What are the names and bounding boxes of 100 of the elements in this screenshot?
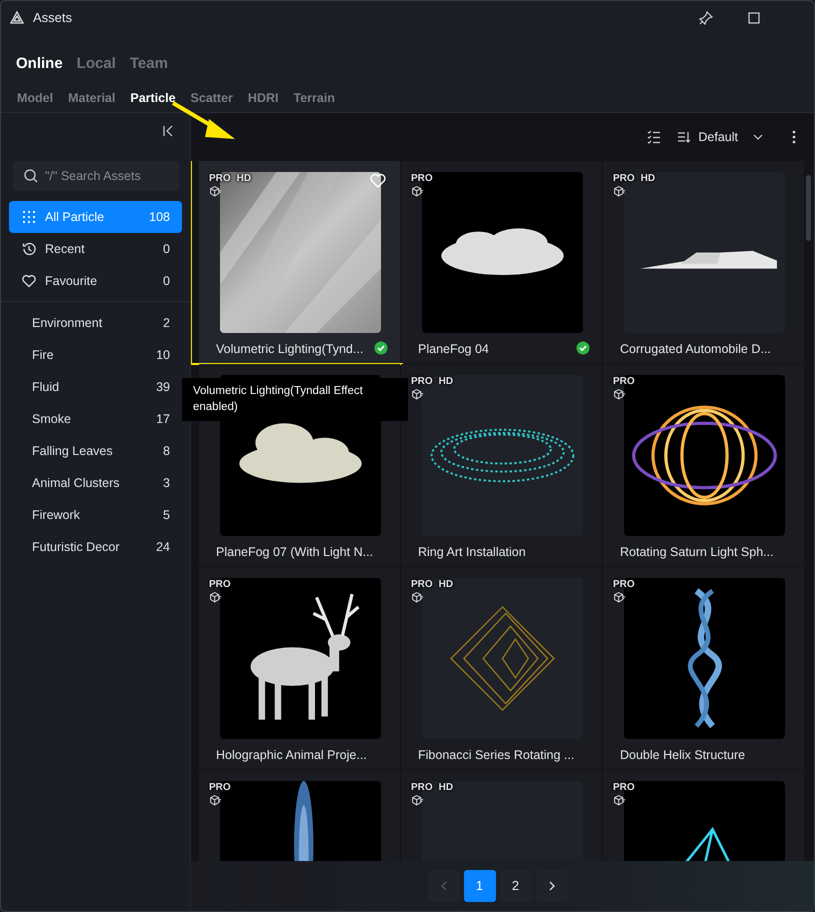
item-count: 24 (156, 538, 170, 556)
cube-icon (411, 591, 424, 604)
tier-label: PRO (411, 781, 433, 795)
item-label: Fire (32, 346, 54, 364)
item-label: All Particle (45, 208, 104, 226)
asset-name: Rotating Saturn Light Sph... (620, 544, 774, 561)
tier-label: HD (438, 578, 454, 592)
category-tab[interactable]: Model (17, 89, 54, 108)
item-count: 2 (163, 314, 170, 332)
search-field[interactable]: "/" Search Assets (13, 161, 179, 191)
category-tab[interactable]: Particle (130, 89, 176, 108)
tier-label: HD (438, 375, 454, 389)
page-button[interactable]: 2 (500, 870, 532, 902)
asset-card[interactable]: PRO HD (401, 770, 602, 861)
tier-label: PRO (613, 578, 635, 592)
cube-icon (411, 794, 424, 807)
heart-icon (21, 273, 37, 289)
logo-icon (9, 10, 25, 26)
grid-dots-icon (21, 209, 37, 225)
category-item[interactable]: Animal Clusters 3 (1, 467, 190, 499)
category-item[interactable]: Futuristic Decor 24 (1, 531, 190, 563)
sort-icon (676, 129, 692, 145)
tier-label: PRO (209, 578, 231, 592)
cube-icon (613, 794, 626, 807)
item-count: 108 (149, 208, 170, 226)
tier-label: PRO (613, 781, 635, 795)
cube-icon (209, 794, 222, 807)
item-label: Futuristic Decor (32, 538, 120, 556)
heart-icon[interactable] (370, 173, 386, 188)
maximize-icon[interactable] (746, 10, 762, 26)
asset-card[interactable]: PRO Rotating Saturn Light Sph... (603, 364, 804, 566)
item-count: 17 (156, 410, 170, 428)
category-tab[interactable]: Terrain (293, 89, 335, 108)
category-tab[interactable]: HDRI (248, 89, 278, 108)
category-item[interactable]: Environment 2 (1, 307, 190, 339)
category-tab[interactable]: Material (68, 89, 116, 108)
tier-label: PRO (209, 172, 231, 186)
sort-dropdown[interactable]: Default (676, 128, 766, 146)
asset-name: Double Helix Structure (620, 747, 746, 764)
sidebar-item[interactable]: All Particle 108 (9, 201, 182, 233)
category-item[interactable]: Falling Leaves 8 (1, 435, 190, 467)
source-tab[interactable]: Online (16, 53, 63, 76)
cube-icon (209, 185, 222, 198)
asset-name: Ring Art Installation (418, 544, 526, 561)
asset-card[interactable]: PRO (199, 770, 400, 861)
item-label: Animal Clusters (32, 474, 120, 492)
item-count: 39 (156, 378, 170, 396)
cube-icon (411, 185, 424, 198)
page-button[interactable]: 1 (464, 870, 496, 902)
asset-name: Corrugated Automobile D... (620, 341, 771, 358)
tier-label: PRO (411, 578, 433, 592)
asset-name: PlaneFog 04 (418, 341, 489, 358)
item-label: Falling Leaves (32, 442, 113, 460)
category-tab[interactable]: Scatter (190, 89, 233, 108)
item-label: Environment (32, 314, 102, 332)
asset-name: Holographic Animal Proje... (216, 747, 367, 764)
asset-name: PlaneFog 07 (With Light N... (216, 544, 374, 561)
cube-icon (613, 185, 626, 198)
item-label: Firework (32, 506, 80, 524)
item-label: Favourite (45, 272, 98, 290)
item-count: 8 (163, 442, 170, 460)
sidebar-item[interactable]: Favourite 0 (9, 265, 182, 297)
item-count: 10 (156, 346, 170, 364)
item-label: Recent (45, 240, 85, 258)
tier-label: PRO (613, 172, 635, 186)
search-icon (23, 168, 39, 184)
asset-card[interactable]: PRO Double Helix Structure (603, 567, 804, 769)
asset-card[interactable]: PRO (603, 770, 804, 861)
item-count: 0 (163, 240, 170, 258)
tier-label: HD (438, 781, 454, 795)
cube-icon (209, 591, 222, 604)
category-item[interactable]: Fire 10 (1, 339, 190, 371)
asset-name: Fibonacci Series Rotating ... (418, 747, 574, 764)
cube-icon (411, 388, 424, 401)
item-label: Smoke (32, 410, 71, 428)
pin-icon[interactable] (698, 10, 714, 26)
checklist-icon[interactable] (646, 129, 662, 145)
asset-card[interactable]: PRO HD Ring Art Installation (401, 364, 602, 566)
tier-label: PRO (613, 375, 635, 389)
cube-icon (613, 388, 626, 401)
asset-card[interactable]: PRO Holographic Animal Proje... (199, 567, 400, 769)
item-count: 3 (163, 474, 170, 492)
sidebar-item[interactable]: Recent 0 (9, 233, 182, 265)
asset-card[interactable]: PRO HD Fibonacci Series Rotating ... (401, 567, 602, 769)
category-item[interactable]: Firework 5 (1, 499, 190, 531)
asset-card[interactable]: PRO PlaneFog 04 (401, 161, 602, 363)
tier-label: PRO (411, 172, 433, 186)
item-label: Fluid (32, 378, 60, 396)
asset-card[interactable]: PRO HD Corrugated Automobile D... (603, 161, 804, 363)
asset-name: Volumetric Lighting(Tynd... (216, 341, 364, 358)
item-count: 5 (163, 506, 170, 524)
tier-label: HD (236, 172, 252, 186)
tier-label: PRO (209, 781, 231, 795)
cube-icon (613, 591, 626, 604)
history-icon (21, 241, 37, 257)
tier-label: PRO (411, 375, 433, 389)
tier-label: HD (640, 172, 656, 186)
window-title: Assets (33, 9, 72, 28)
tooltip: Volumetric Lighting(Tyndall Effect enabled) (182, 378, 408, 422)
scrollbar[interactable] (806, 175, 811, 241)
